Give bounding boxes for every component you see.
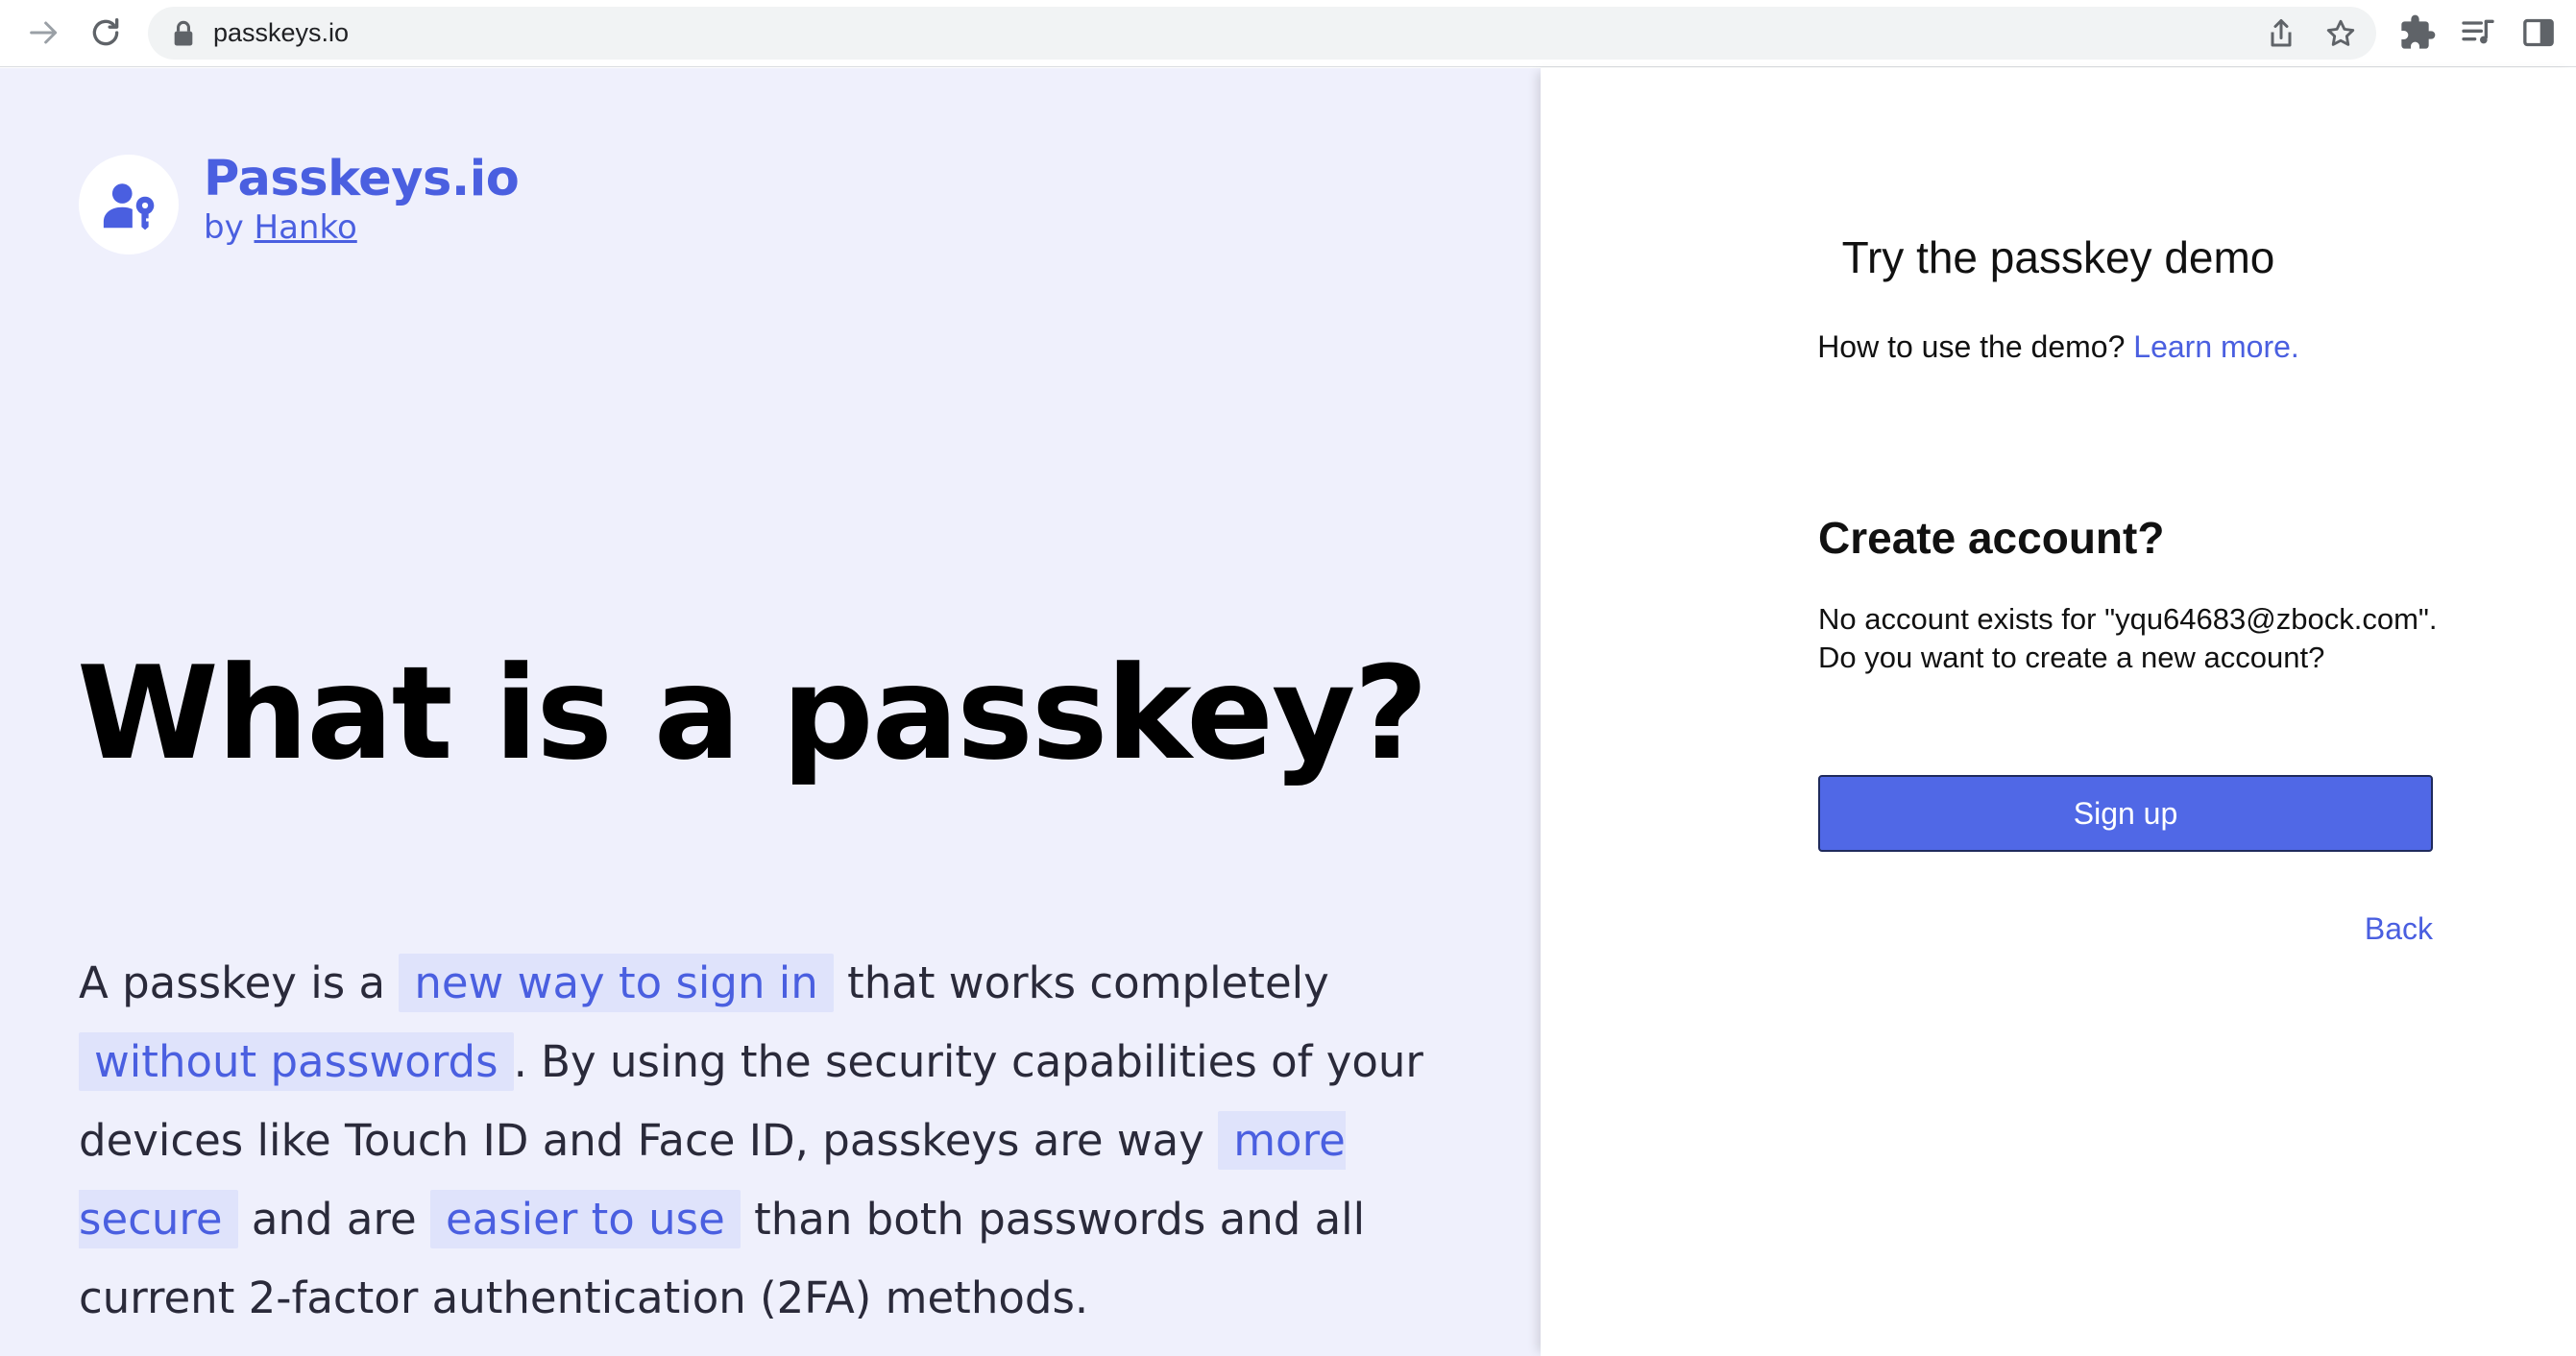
highlight-new-way[interactable]: new way to sign in: [399, 954, 834, 1012]
address-bar[interactable]: passkeys.io: [148, 7, 2376, 60]
learn-more-link[interactable]: Learn more.: [2133, 329, 2299, 364]
demo-title: Try the passkey demo: [1841, 232, 2275, 282]
body-text: and are: [237, 1194, 430, 1245]
hero-title: What is a passkey?: [77, 639, 1428, 788]
highlight-without-passwords[interactable]: without passwords: [79, 1032, 514, 1091]
logo[interactable]: [79, 155, 179, 254]
share-icon[interactable]: [2264, 16, 2298, 51]
sign-up-button[interactable]: Sign up: [1818, 775, 2433, 852]
body-text: that works completely: [833, 957, 1329, 1008]
demo-help-text: How to use the demo?: [1817, 329, 2126, 364]
puzzle-icon[interactable]: [2398, 13, 2437, 52]
highlight-easier-to-use[interactable]: easier to use: [429, 1190, 741, 1248]
demo-help: How to use the demo? Learn more.: [1541, 329, 2576, 365]
back-link[interactable]: Back: [1541, 911, 2433, 947]
lock-icon: [174, 20, 193, 46]
info-panel: Passkeys.io by Hanko What is a passkey? …: [0, 68, 1541, 1356]
brand-title[interactable]: Passkeys.io: [204, 151, 520, 207]
star-icon[interactable]: [2323, 16, 2358, 51]
hero-body: A passkey is a new way to sign in that w…: [79, 944, 1462, 1338]
user-key-icon: [103, 183, 155, 230]
side-panel-icon[interactable]: [2519, 13, 2558, 52]
arrow-right-icon[interactable]: [25, 13, 63, 52]
create-account-title: Create account?: [1818, 513, 2165, 563]
hanko-link[interactable]: Hanko: [255, 208, 357, 247]
body-text: A passkey is a: [79, 957, 400, 1008]
brand-by-prefix: by: [204, 208, 244, 247]
browser-toolbar: passkeys.io: [0, 0, 2576, 67]
reload-icon[interactable]: [86, 13, 125, 52]
reading-list-icon[interactable]: [2459, 13, 2497, 52]
brand-byline: by Hanko: [204, 208, 357, 247]
demo-panel: Try the passkey demo How to use the demo…: [1541, 68, 2576, 1356]
create-account-message: No account exists for "yqu64683@zbock.co…: [1818, 602, 2438, 674]
url-text[interactable]: passkeys.io: [213, 7, 349, 60]
